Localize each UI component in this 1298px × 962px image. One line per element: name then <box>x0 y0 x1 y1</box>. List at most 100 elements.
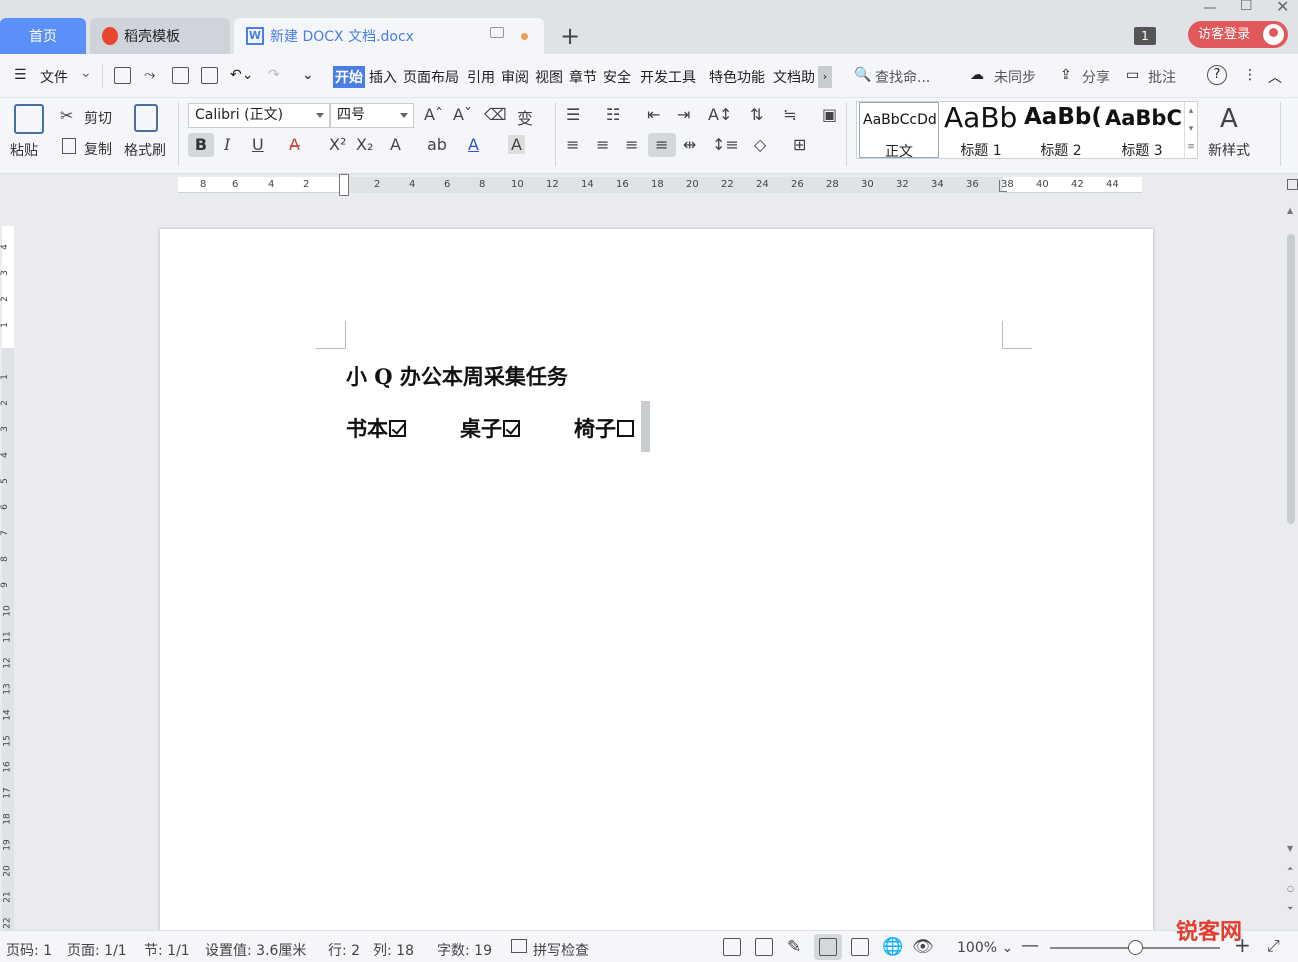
fit-window-icon[interactable]: ⤢ <box>1267 936 1280 956</box>
prev-page-icon[interactable]: ⏶ <box>1287 864 1293 874</box>
spell-check-button[interactable]: 拼写检查 <box>533 940 589 960</box>
document-heading[interactable]: 小 Q 办公本周采集任务 <box>346 361 568 391</box>
font-color-icon[interactable]: A <box>468 135 479 154</box>
style-scroll-icon[interactable]: ▴ ▾ ≡ <box>1184 102 1197 158</box>
share-icon[interactable]: ⇪ <box>1060 67 1072 83</box>
scroll-up-icon[interactable]: ▲ <box>1287 206 1293 215</box>
status-page-number[interactable]: 页码: 1 <box>6 940 52 960</box>
menu-page-layout[interactable]: 页面布局 <box>403 67 459 87</box>
menu-special[interactable]: 特色功能 <box>709 67 765 87</box>
tab-document[interactable]: W 新建 DOCX 文档.docx <box>234 18 544 54</box>
spell-check-icon[interactable] <box>511 939 527 953</box>
collapse-ribbon-icon[interactable]: ︿ <box>1268 67 1282 87</box>
copy-icon[interactable] <box>62 138 76 154</box>
status-section[interactable]: 节: 1/1 <box>144 940 190 960</box>
menu-file[interactable]: 文件 <box>40 67 68 87</box>
menu-scroll-right-icon[interactable]: › <box>818 66 832 88</box>
char-shading-icon[interactable]: A <box>508 135 525 154</box>
screen-icon[interactable] <box>490 27 504 38</box>
italic-icon[interactable]: I <box>224 135 230 154</box>
file-chevron-down-icon[interactable]: ⌄ <box>80 65 92 81</box>
status-word-count[interactable]: 字数: 19 <box>437 940 492 960</box>
indent-marker[interactable] <box>339 174 349 196</box>
status-col[interactable]: 列: 18 <box>373 940 414 960</box>
align-left-icon[interactable]: ≡ <box>566 135 579 154</box>
maximize-icon[interactable]: ☐ <box>1240 0 1253 14</box>
tab-home[interactable]: 首页 <box>0 18 86 54</box>
menu-security[interactable]: 安全 <box>603 67 631 87</box>
customize-chevron-icon[interactable]: ⌄ <box>302 67 314 83</box>
scroll-thumb[interactable] <box>1287 234 1295 524</box>
underline-icon[interactable]: U <box>252 135 264 154</box>
help-icon[interactable]: ? <box>1207 65 1227 85</box>
more-options-icon[interactable]: ⋮ <box>1243 67 1257 83</box>
align-right-icon[interactable]: ≡ <box>625 135 638 154</box>
minimize-icon[interactable]: — <box>1203 0 1217 16</box>
menu-insert[interactable]: 插入 <box>369 67 397 87</box>
status-row[interactable]: 行: 2 <box>328 940 360 960</box>
bullet-list-icon[interactable]: ☰ <box>566 105 580 124</box>
new-style-icon[interactable]: A <box>1220 104 1238 134</box>
zoom-out-icon[interactable]: — <box>1021 935 1039 956</box>
align-center-icon[interactable]: ≡ <box>596 135 609 154</box>
save-icon[interactable] <box>114 67 131 84</box>
shading-icon[interactable]: ◇ <box>754 135 766 154</box>
paste-icon[interactable] <box>14 104 44 134</box>
write-mode-icon[interactable]: ✎ <box>787 937 801 957</box>
subscript-icon[interactable]: X₂ <box>356 135 373 154</box>
phonetic-guide-icon[interactable]: 变 <box>517 105 533 129</box>
comment-icon[interactable]: ▭ <box>1126 67 1139 83</box>
font-size-select[interactable]: 四号 <box>330 103 414 128</box>
search-command[interactable]: 查找命... <box>875 67 930 87</box>
new-style-button[interactable]: 新样式 <box>1208 140 1250 160</box>
strikethrough-icon[interactable]: A̶ <box>289 135 300 154</box>
superscript-icon[interactable]: X² <box>329 135 346 154</box>
format-painter-icon[interactable] <box>134 104 158 132</box>
zoom-slider-knob[interactable] <box>1128 940 1143 955</box>
style-heading-1[interactable]: AaBb 标题 1 <box>941 102 1021 160</box>
redo-icon[interactable]: ↷ <box>268 67 280 83</box>
read-mode-icon[interactable] <box>755 938 773 956</box>
style-heading-2[interactable]: AaBb( 标题 2 <box>1021 102 1101 160</box>
cloud-sync-icon[interactable]: ☁ <box>970 67 984 83</box>
web-view-icon[interactable]: 🌐 <box>882 937 903 957</box>
text-direction-icon[interactable]: A↕ <box>708 105 732 124</box>
ruler-toggle-icon[interactable] <box>1287 179 1298 190</box>
zoom-level[interactable]: 100% ⌄ <box>957 940 1013 956</box>
borders-icon[interactable]: ⊞ <box>793 135 806 154</box>
style-normal[interactable]: AaBbCcDd 正文 <box>859 102 939 158</box>
show-hide-icon[interactable]: ▣ <box>822 105 837 124</box>
search-icon[interactable]: 🔍 <box>854 67 871 83</box>
scroll-down-icon[interactable]: ▼ <box>1287 844 1293 853</box>
distributed-icon[interactable]: ⇹ <box>683 135 696 154</box>
next-page-icon[interactable]: ⏷ <box>1287 904 1293 914</box>
print-icon[interactable] <box>172 67 189 84</box>
style-heading-3[interactable]: AaBbC 标题 3 <box>1102 102 1182 160</box>
cut-icon[interactable]: ✂ <box>60 106 73 125</box>
sort-icon[interactable]: ⇅ <box>750 105 763 124</box>
menu-view[interactable]: 视图 <box>535 67 563 87</box>
format-painter-button[interactable]: 格式刷 <box>124 140 166 160</box>
document-page[interactable]: 小 Q 办公本周采集任务 书本 桌子 椅子 <box>160 229 1153 930</box>
export-icon[interactable]: ⤳ <box>144 67 155 83</box>
checked-box-icon[interactable] <box>503 420 520 437</box>
comment-button[interactable]: 批注 <box>1148 67 1176 87</box>
decrease-indent-icon[interactable]: ⇤ <box>647 105 660 124</box>
new-tab-plus-icon[interactable]: + <box>560 22 580 50</box>
cut-button[interactable]: 剪切 <box>84 108 112 128</box>
grow-font-icon[interactable]: Aˆ <box>424 105 443 124</box>
fullscreen-icon[interactable] <box>723 938 741 956</box>
eye-protect-icon[interactable]: 👁 <box>912 937 934 957</box>
checklist-item[interactable]: 桌子 <box>460 413 520 443</box>
highlight-icon[interactable]: ab <box>427 135 447 154</box>
paste-button[interactable]: 粘贴 <box>10 140 38 160</box>
menu-reference[interactable]: 引用 <box>467 67 495 87</box>
tab-settings-icon[interactable]: ≒ <box>783 105 796 124</box>
bold-button[interactable]: B <box>188 133 214 157</box>
close-icon[interactable]: ✕ <box>1276 0 1289 16</box>
sync-status[interactable]: 未同步 <box>994 67 1036 87</box>
menu-developer[interactable]: 开发工具 <box>640 67 696 87</box>
tab-template[interactable]: 稻壳模板 <box>90 18 230 54</box>
checklist-item[interactable]: 椅子 <box>574 413 634 443</box>
menu-start[interactable]: 开始 <box>333 66 365 88</box>
